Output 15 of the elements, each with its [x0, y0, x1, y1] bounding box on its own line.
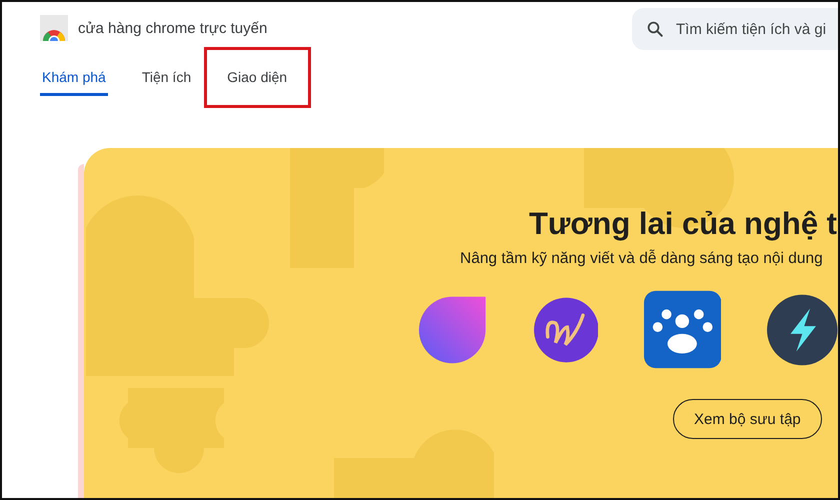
nav-tab[interactable]: Khám phá — [40, 59, 108, 96]
banner-title: Tương lai của nghệ t — [529, 205, 838, 243]
search-bar[interactable]: Tìm kiếm tiện ích và gi — [632, 8, 838, 50]
search-icon — [646, 20, 664, 38]
store-logo-icon — [40, 15, 68, 41]
banner-subtitle: Nâng tầm kỹ năng viết và dễ dàng sáng tạo nội dung — [460, 250, 824, 268]
nav-tab[interactable]: Tiện ích — [140, 59, 194, 96]
search-input[interactable]: Tìm kiếm tiện ích và gi — [676, 20, 836, 38]
letter-w-icon[interactable] — [534, 296, 598, 362]
people-group-icon[interactable] — [644, 290, 722, 369]
nav-tab[interactable]: Giao diện — [225, 59, 290, 96]
lightning-bolt-icon[interactable] — [767, 294, 838, 366]
store-title: cửa hàng chrome trực tuyến — [78, 20, 268, 36]
view-collection-button[interactable]: Xem bộ sưu tập — [673, 399, 822, 439]
droplet-icon[interactable] — [417, 294, 488, 366]
